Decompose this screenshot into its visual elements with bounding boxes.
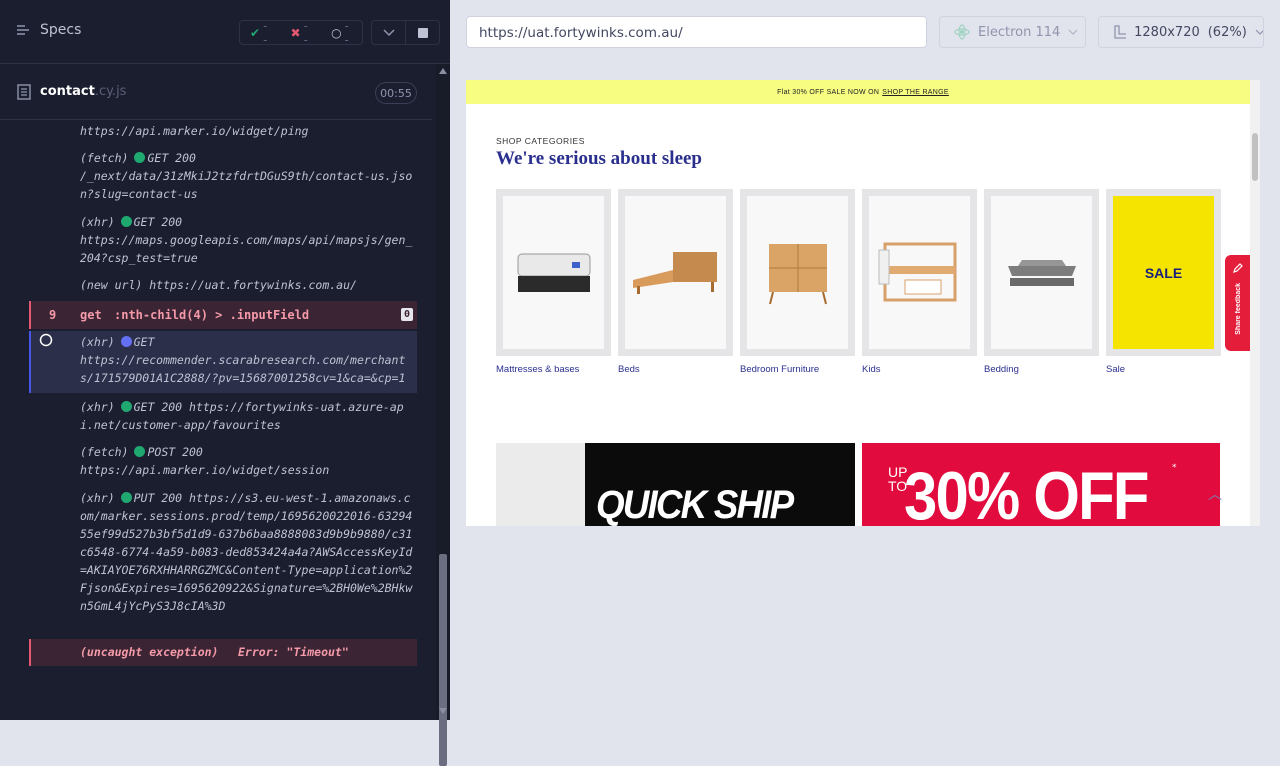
category-card-bedroom-furniture[interactable] <box>740 189 855 356</box>
status-dot-icon <box>120 216 132 227</box>
aut-panel: https://uat.fortywinks.com.au/ Electron … <box>450 0 1280 720</box>
log-entry[interactable]: (new url) https://uat.fortywinks.com.au/ <box>80 276 414 294</box>
quick-ship-banner[interactable]: QUICK SHIP <box>496 443 855 526</box>
category-card-beds[interactable] <box>618 189 733 356</box>
bunk-bed-image <box>878 242 956 301</box>
ruler-icon <box>1114 25 1127 39</box>
log-scrollbar[interactable] <box>436 64 450 766</box>
expand-button[interactable] <box>371 20 406 45</box>
url-bar[interactable]: https://uat.fortywinks.com.au/ <box>466 16 927 48</box>
shop-range-link[interactable]: SHOP THE RANGE <box>882 89 949 96</box>
spinner-icon <box>39 333 53 347</box>
category-link[interactable]: Mattresses & bases <box>496 364 579 375</box>
category-card-kids[interactable] <box>862 189 977 356</box>
log-entry[interactable]: (fetch) GET 200/_next/data/31zMkiJ2tzfdrt… <box>80 149 414 203</box>
category-link[interactable]: Bedding <box>984 364 1019 375</box>
stop-icon <box>417 27 428 38</box>
mattress-image <box>517 253 590 292</box>
category-link[interactable]: Sale <box>1106 364 1125 375</box>
chevron-up-icon[interactable]: ︿ <box>1208 484 1222 504</box>
app-under-test: Flat 30% OFF SALE NOW ON SHOP THE RANGE S… <box>466 80 1260 526</box>
chevron-down-icon <box>1068 29 1078 35</box>
log-entry[interactable]: (xhr) GET 200 https://fortywinks-uat.azur… <box>80 398 414 434</box>
category-card-bedding[interactable] <box>984 189 1099 356</box>
category-card-sale[interactable]: SALE <box>1106 189 1221 356</box>
specs-header: Specs ✔ -- ✖ -- ○ -- <box>0 0 450 64</box>
log-entry[interactable]: (fetch) POST 200 https://api.marker.io/wid… <box>80 443 414 479</box>
spec-file-name: contact.cy.js <box>40 84 127 99</box>
log-entry[interactable]: (xhr) GET 200 https://maps.googleapis.com/… <box>80 213 414 267</box>
viewport-info[interactable]: 1280x720 (62%) <box>1098 16 1264 48</box>
category-card-mattresses[interactable] <box>496 189 611 356</box>
status-dot-icon <box>134 446 146 457</box>
dresser-image <box>768 243 827 304</box>
log-entry[interactable]: https://api.marker.io/widget/ping <box>80 122 414 140</box>
uncaught-exception-row[interactable]: (uncaught exception) Error: "Timeout" <box>29 639 417 666</box>
bedding-image <box>1007 259 1076 286</box>
pending-count: ○ -- <box>331 18 349 47</box>
test-stats: ✔ -- ✖ -- ○ -- <box>239 18 363 47</box>
status-dot-icon <box>120 401 132 412</box>
duration-badge: 00:55 <box>375 82 417 104</box>
failed-count: ✖ -- <box>290 18 308 47</box>
app-scrollbar[interactable] <box>1250 80 1260 526</box>
chevron-down-icon <box>382 28 395 36</box>
chevron-down-icon <box>1255 29 1263 35</box>
failed-command-row[interactable]: 9 get :nth-child(4) > .inputField 0 <box>29 301 417 329</box>
command-log-panel: Specs ✔ -- ✖ -- ○ -- contact.cy.js 00:55 ht… <box>0 0 450 766</box>
command-log: https://api.marker.io/widget/ping (fetch… <box>0 120 432 678</box>
specs-label: Specs <box>40 22 82 38</box>
specs-toggle[interactable]: Specs <box>16 22 81 38</box>
scrollbar-thumb[interactable] <box>439 554 447 766</box>
promo-bar: Flat 30% OFF SALE NOW ON SHOP THE RANGE <box>466 80 1260 104</box>
spec-file-header: contact.cy.js 00:55 <box>0 72 432 120</box>
check-icon: ✔ <box>250 25 261 40</box>
passed-count: ✔ -- <box>250 18 268 47</box>
scroll-down-icon[interactable] <box>439 708 447 714</box>
electron-icon <box>954 24 970 40</box>
section-label: SHOP CATEGORIES <box>496 136 585 146</box>
file-icon <box>17 84 31 100</box>
app-scrollbar-thumb[interactable] <box>1252 133 1258 181</box>
category-link[interactable]: Bedroom Furniture <box>740 364 819 375</box>
category-link[interactable]: Beds <box>618 364 640 375</box>
status-dot-icon <box>134 152 146 163</box>
sale-banner[interactable]: UP TO 30% OFF * <box>862 443 1220 526</box>
status-dot-icon <box>120 492 132 503</box>
menu-icon <box>17 25 29 35</box>
pending-icon: ○ <box>331 25 342 40</box>
element-count-badge: 0 <box>401 308 414 321</box>
cross-icon: ✖ <box>290 25 301 40</box>
log-entry[interactable]: (xhr) PUT 200 https://s3.eu-west-1.amazon… <box>80 489 414 615</box>
category-link[interactable]: Kids <box>862 364 880 375</box>
log-entry[interactable]: (xhr) GET https://recommender.scarabresear… <box>80 333 414 387</box>
status-dot-icon <box>120 336 132 347</box>
browser-selector[interactable]: Electron 114 <box>939 16 1086 48</box>
stop-button[interactable] <box>405 20 440 45</box>
pencil-icon <box>1233 263 1243 273</box>
section-title: We're serious about sleep <box>496 148 703 169</box>
bed-image <box>632 251 717 294</box>
scroll-up-icon[interactable] <box>439 68 447 74</box>
share-feedback-button[interactable]: Share feedback <box>1225 255 1251 351</box>
